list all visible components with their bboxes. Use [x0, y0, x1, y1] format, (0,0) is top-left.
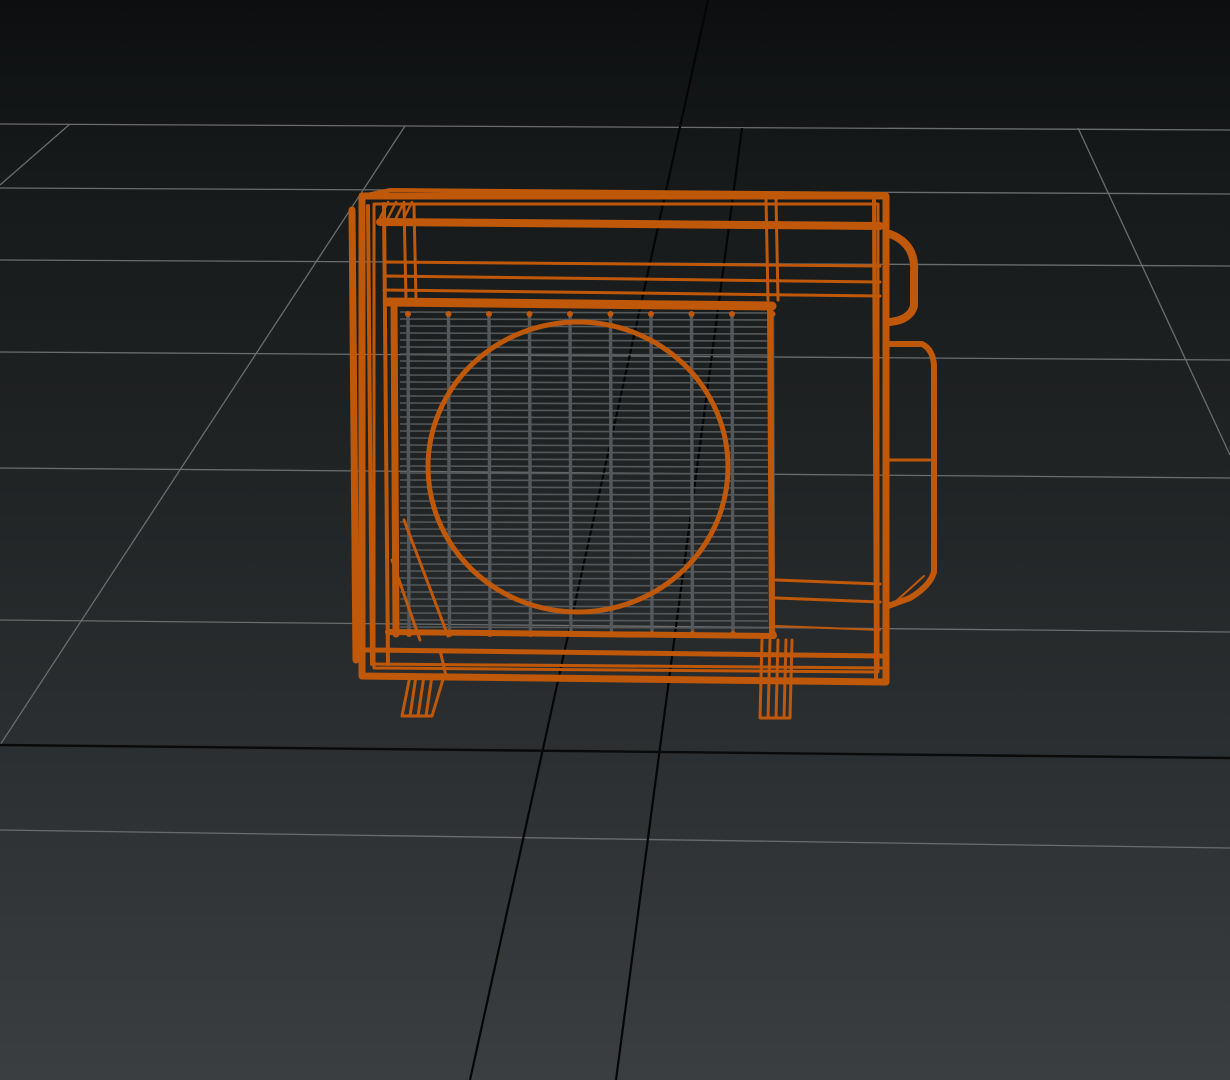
- grille-slat: [399, 430, 769, 433]
- fan-grille: [399, 311, 777, 637]
- side-post: [348, 206, 360, 664]
- grille-slat: [399, 458, 769, 461]
- grille-slat: [399, 521, 769, 524]
- grille-slat: [399, 507, 769, 510]
- side-post: [774, 196, 780, 302]
- grid-line: [0, 123, 1230, 131]
- side-post: [764, 196, 770, 302]
- grille-slat: [399, 451, 769, 454]
- grille-slat: [399, 395, 769, 398]
- grille-slat: [399, 479, 769, 482]
- world-axes: [0, 0, 1230, 1080]
- grille-slat: [399, 374, 769, 377]
- grille-slat: [399, 416, 769, 419]
- grille-slat: [399, 563, 769, 566]
- side-post: [366, 204, 374, 666]
- grille-slat: [399, 346, 769, 349]
- grid-line: [0, 619, 1230, 633]
- grille-node: [607, 311, 614, 317]
- foot-left: [400, 648, 448, 718]
- front-panel-right: [767, 303, 775, 639]
- grille-slat: [399, 444, 769, 447]
- grille-slat: [399, 465, 769, 468]
- side-post: [402, 204, 408, 302]
- grille-slat: [399, 598, 769, 601]
- grille-bar: [527, 311, 533, 637]
- ground-grid: [0, 123, 1230, 849]
- side-post: [412, 204, 418, 302]
- handle-top: [886, 230, 919, 326]
- grille-node: [445, 311, 452, 317]
- grid-line: [0, 829, 1230, 849]
- grille-bar: [689, 311, 695, 637]
- corner-post: [872, 198, 878, 682]
- grille-slat: [399, 486, 769, 489]
- grille-slat: [399, 311, 769, 314]
- grille-slat: [399, 556, 769, 559]
- front-panel-top: [383, 297, 777, 311]
- top-rail: [382, 260, 882, 268]
- grille-bar: [446, 311, 452, 637]
- grille-node: [567, 311, 573, 317]
- grille-slat: [399, 388, 769, 391]
- horizon-line: [0, 743, 1230, 760]
- grille-slat: [399, 353, 769, 356]
- grille-slat: [399, 577, 769, 580]
- grid-line: [0, 351, 1230, 361]
- grid-line: [0, 125, 406, 746]
- grille-bar: [568, 311, 573, 637]
- grille-slat: [399, 493, 769, 496]
- grille-slat: [399, 472, 769, 475]
- grille-slat: [399, 619, 769, 622]
- grille-node: [486, 311, 492, 317]
- top-rail: [382, 274, 882, 284]
- side-brace: [390, 518, 450, 642]
- grille-slat: [399, 542, 769, 545]
- grille-bar: [608, 311, 614, 637]
- grille-node: [688, 311, 695, 317]
- service-panel-rail: [774, 596, 882, 604]
- grille-slat: [399, 500, 769, 503]
- grille-slat: [399, 339, 769, 342]
- grille-slat: [399, 570, 769, 573]
- viewport-scene[interactable]: [0, 0, 1230, 1080]
- grille-slat: [399, 626, 769, 629]
- side-handle: [883, 230, 937, 613]
- grille-node: [729, 311, 735, 317]
- grille-node: [526, 311, 533, 317]
- grille-slat: [399, 325, 769, 328]
- grille-slat: [399, 423, 769, 426]
- grid-line: [1077, 127, 1230, 456]
- ac-unit-wireframe[interactable]: [348, 188, 937, 720]
- grille-node: [648, 311, 654, 317]
- grille-slat: [399, 584, 769, 587]
- grid-line: [0, 123, 71, 186]
- front-panel-left: [390, 300, 400, 638]
- grille-bar: [649, 311, 654, 637]
- grille-slat: [399, 360, 769, 363]
- grille-slat: [399, 409, 769, 412]
- grille-slat: [399, 514, 769, 517]
- service-panel-rail: [774, 578, 882, 586]
- axis-line: [614, 127, 744, 1080]
- grille-slat: [399, 605, 769, 608]
- axis-line: [468, 0, 710, 1080]
- grille-bar: [406, 311, 411, 637]
- side-post: [382, 202, 390, 666]
- grille-node: [405, 311, 411, 317]
- grille-bar: [730, 311, 735, 637]
- grille-slat: [399, 332, 769, 335]
- grille-slat: [399, 437, 769, 440]
- grille-slat: [399, 367, 769, 370]
- top-rail: [376, 218, 884, 230]
- top-rail: [382, 288, 882, 298]
- grille-slat: [399, 591, 769, 594]
- base-rail: [363, 647, 887, 659]
- grille-slat: [399, 535, 769, 538]
- grille-bar: [487, 311, 492, 637]
- 3d-viewport[interactable]: [0, 0, 1230, 1080]
